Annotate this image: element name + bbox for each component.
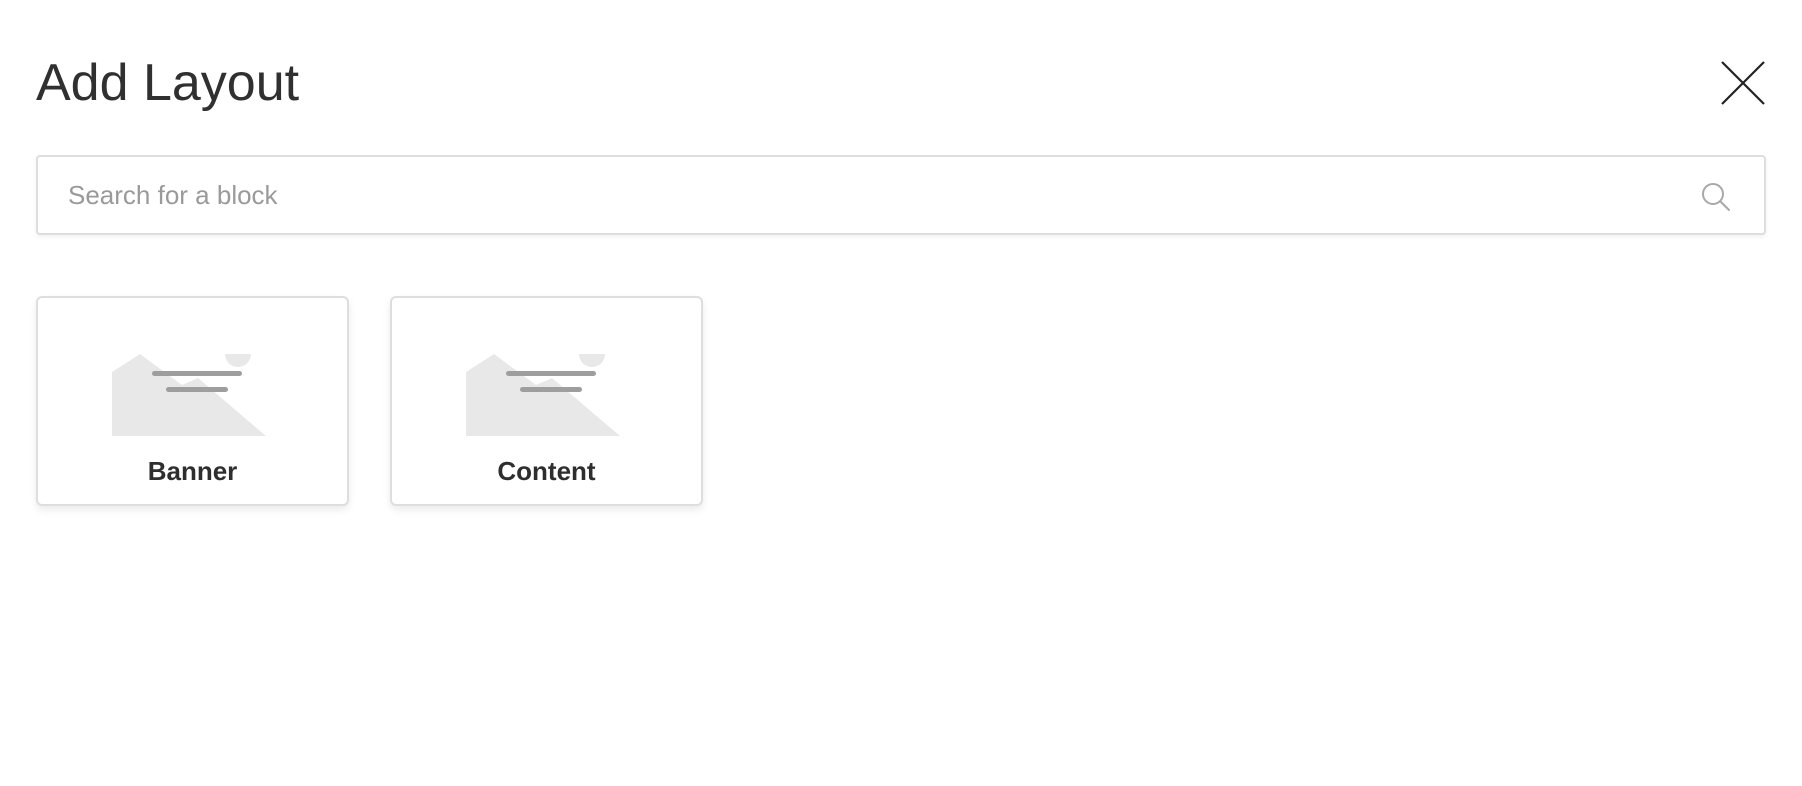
image-placeholder-icon [112, 354, 266, 436]
modal-title: Add Layout [36, 54, 300, 112]
block-card-label: Banner [147, 456, 238, 486]
image-placeholder-icon [466, 354, 620, 436]
add-layout-modal: Add Layout Banner Content [0, 0, 1802, 786]
block-card-banner[interactable]: Banner [36, 296, 349, 506]
block-card-label: Content [497, 456, 596, 486]
search-icon[interactable] [1700, 181, 1732, 213]
search-input[interactable] [38, 157, 1764, 233]
search-box [36, 155, 1766, 235]
block-card-content[interactable]: Content [390, 296, 703, 506]
close-icon[interactable] [1718, 58, 1768, 108]
